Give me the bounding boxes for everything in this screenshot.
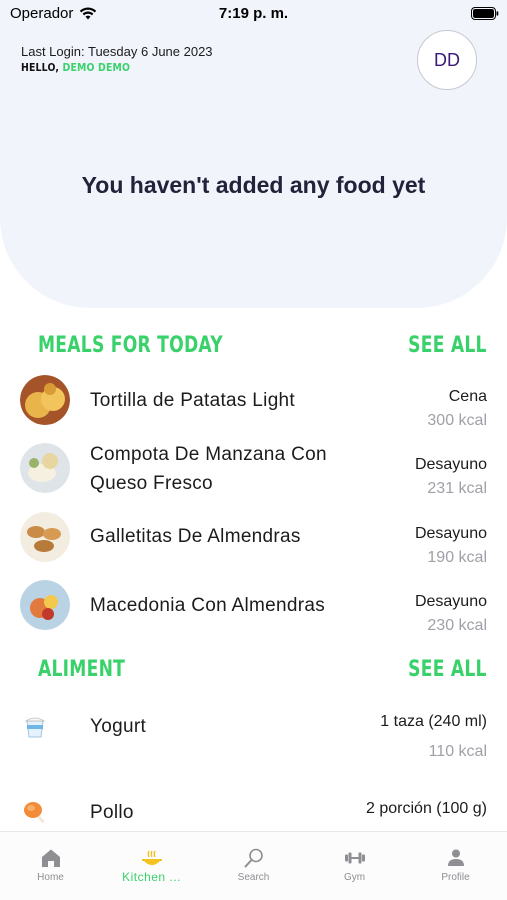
tab-label: Profile (441, 872, 470, 883)
meal-name: Compota De Manzana Con Queso Fresco (90, 444, 327, 494)
empty-food-message: You haven't added any food yet (81, 172, 426, 198)
meal-kcal: 231 kcal (427, 480, 487, 497)
aliment-row[interactable]: Pollo 2 porción (100 g) (0, 793, 507, 831)
meal-kcal: 300 kcal (427, 412, 487, 429)
meal-kcal: 190 kcal (427, 549, 487, 566)
search-icon (244, 848, 263, 868)
aliment-name: Pollo (90, 802, 134, 823)
meals-section-header: MEALS FOR TODAY SEE ALL (38, 331, 487, 359)
profile-icon (447, 849, 464, 866)
meals-section-title: MEALS FOR TODAY (38, 332, 223, 358)
meal-thumbnail (20, 580, 70, 630)
status-bar: Operador 7:19 p. m. (0, 0, 507, 30)
greeting-prefix: HELLO, (21, 61, 60, 74)
meal-type: Desayuno (414, 593, 487, 610)
clock: 7:19 p. m. (218, 5, 289, 22)
home-icon (41, 849, 60, 867)
meal-type: Cena (448, 388, 487, 405)
meal-thumbnail (20, 443, 70, 493)
meal-name: Macedonia Con Almendras (90, 595, 326, 616)
tab-label: Gym (343, 872, 366, 883)
last-login-text: Last Login: Tuesday 6 June 2023 (21, 44, 213, 59)
tab-profile[interactable]: Profile (405, 832, 506, 900)
header-card: Last Login: Tuesday 6 June 2023 HELLO, D… (0, 0, 507, 308)
meal-type: Desayuno (414, 456, 487, 473)
user-name: DEMO DEMO (62, 61, 131, 74)
meal-thumbnail (20, 512, 70, 562)
chicken-icon (24, 802, 45, 824)
meal-name: Galletitas De Almendras (90, 526, 301, 547)
aliment-name: Yogurt (90, 716, 147, 737)
aliment-kcal: 110 kcal (428, 743, 487, 760)
meal-row[interactable]: Macedonia Con Almendras Desayuno 230 kca… (0, 577, 507, 634)
tab-search[interactable]: Search (203, 832, 304, 900)
kitchen-icon (141, 850, 162, 865)
dumbbell-icon (344, 852, 365, 864)
tab-label: Search (237, 872, 270, 883)
aliment-portion: 2 porción (100 g) (366, 800, 487, 817)
aliment-section-title: ALIMENT (38, 656, 126, 682)
meal-type: Desayuno (414, 525, 487, 542)
meal-name: Tortilla de Patatas Light (90, 390, 296, 411)
meal-kcal: 230 kcal (427, 617, 487, 634)
aliment-section-header: ALIMENT SEE ALL (38, 655, 487, 683)
tab-gym[interactable]: Gym (304, 832, 405, 900)
aliment-see-all-button[interactable]: SEE ALL (408, 657, 487, 682)
tab-kitchen[interactable]: Kitchen ... (101, 832, 202, 900)
avatar[interactable]: DD (417, 30, 477, 90)
meals-see-all-button[interactable]: SEE ALL (408, 333, 487, 358)
aliment-row[interactable]: Yogurt 1 taza (240 ml) 110 kcal (0, 705, 507, 771)
battery-icon (471, 7, 499, 20)
tab-bar: Home Kitchen ... Search Gym Profile (0, 831, 507, 900)
aliment-portion: 1 taza (240 ml) (380, 713, 487, 730)
tab-home[interactable]: Home (0, 832, 101, 900)
tab-label: Kitchen ... (122, 870, 181, 884)
greeting: HELLO, DEMO DEMO (21, 61, 130, 74)
yogurt-icon (24, 717, 46, 738)
tab-label: Home (37, 872, 64, 883)
meal-row[interactable]: Galletitas De Almendras Desayuno 190 kca… (0, 509, 507, 566)
meal-row[interactable]: Compota De Manzana Con Queso Fresco Desa… (0, 440, 507, 500)
meal-row[interactable]: Tortilla de Patatas Light Cena 300 kcal (0, 372, 507, 429)
meal-thumbnail (20, 375, 70, 425)
